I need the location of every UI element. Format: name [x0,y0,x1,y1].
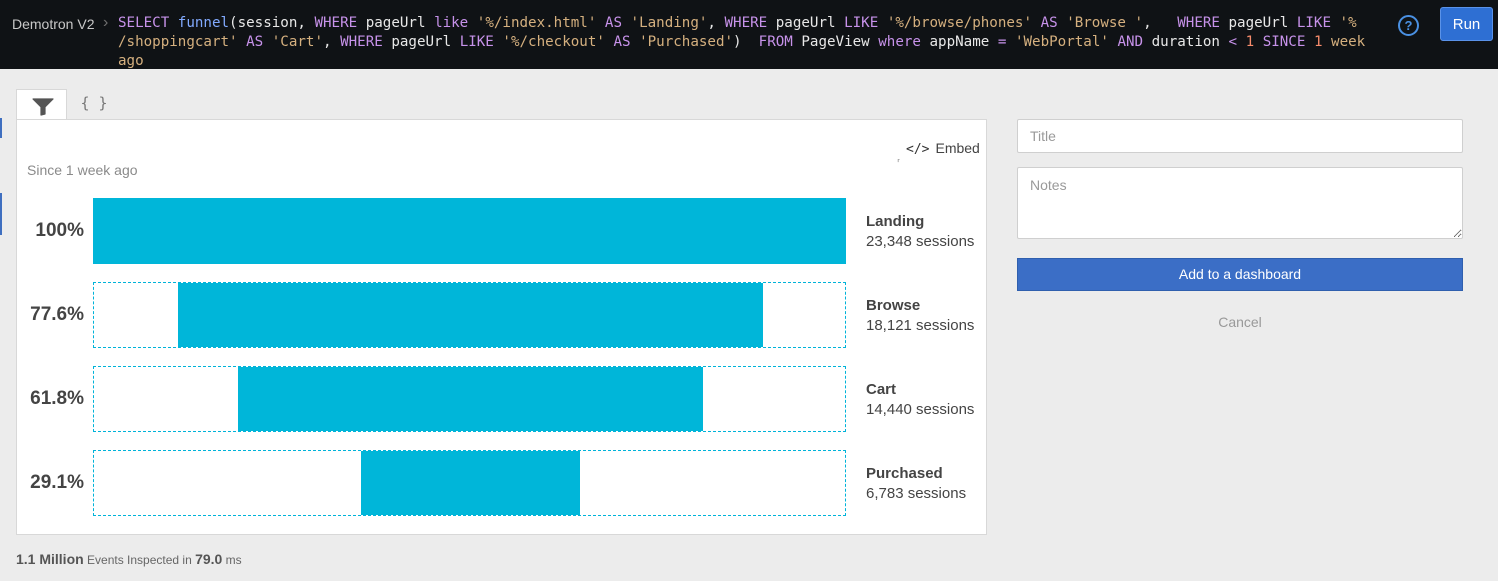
query-token: 'WebPortal' [1014,34,1118,50]
query-token: AS [1040,15,1067,31]
step-name: Cart [866,381,897,398]
query-token: WHERE [314,15,366,31]
query-token: where [878,34,930,50]
query-token: pageUrl [365,15,435,31]
resize-mark: ⸢ [897,158,901,168]
query-token: WHERE [724,15,776,31]
step-track[interactable] [93,282,846,348]
add-to-dashboard-button[interactable]: Add to a dashboard [1017,258,1463,291]
query-token: AND [1117,34,1152,50]
step-name: Browse [866,297,921,314]
query-token: AS [246,34,272,50]
query-token: duration [1151,34,1229,50]
step-percent: 29.1% [30,472,84,493]
run-button[interactable]: Run [1440,7,1493,41]
tab-funnel[interactable] [16,89,67,120]
query-bar: Demotron V2 › SELECT funnel(session, WHE… [0,0,1498,69]
query-token: SINCE [1262,34,1314,50]
query-token: LIKE [459,34,503,50]
cancel-button[interactable]: Cancel [1017,314,1463,330]
step-track[interactable] [93,366,846,432]
step-percent: 77.6% [30,304,84,325]
chart-since-label: Since 1 week ago [27,162,138,178]
step-name: Purchased [866,465,943,482]
query-token: , [1143,15,1178,31]
tab-json[interactable]: { } [70,89,118,120]
query-token: 1 [1245,34,1263,50]
query-token: '%/checkout' [502,34,614,50]
step-count: 6,783 sessions [866,485,967,502]
query-token: SELECT [118,15,178,31]
step-bar[interactable] [237,367,704,431]
help-icon[interactable]: ? [1398,15,1419,36]
events-text: Events Inspected in [83,553,196,567]
step-track[interactable] [93,450,846,516]
step-bar[interactable] [93,198,846,264]
account-name[interactable]: Demotron V2 [12,16,94,32]
notes-textarea[interactable] [1017,167,1463,239]
step-count: 14,440 sessions [866,401,975,418]
query-token: funnel [177,15,230,31]
step-count: 18,121 sessions [866,317,975,334]
step-name: Landing [866,213,925,230]
query-token: 'Landing' [630,15,708,31]
query-token: 'Browse ' [1066,15,1144,31]
query-token: like [434,15,477,31]
query-token: , [323,34,341,50]
query-token: , [707,15,725,31]
query-token: LIKE [844,15,887,31]
query-token: (session, [229,15,315,31]
step-percent: 61.8% [30,388,84,409]
embed-button[interactable]: </> Embed [906,140,980,157]
embed-label: Embed [935,140,980,156]
query-token: 'Purchased' [639,34,734,50]
query-token: WHERE [1177,15,1229,31]
chevron-right-icon: › [103,14,109,31]
funnel-icon [32,98,54,116]
step-bar[interactable] [360,451,581,515]
step-percent: 100% [35,220,84,241]
events-count: 1.1 Million [16,551,84,567]
query-token: 'Cart' [271,34,323,50]
query-token: PageView [801,34,879,50]
query-token: pageUrl [775,15,845,31]
query-token: LIKE [1296,15,1340,31]
query-token: appName [929,34,998,50]
query-token: ) [733,34,759,50]
title-input[interactable] [1017,119,1463,153]
query-time: 79.0 [195,551,223,567]
query-token: AS [604,15,631,31]
query-token: = [997,34,1015,50]
query-token: AS [613,34,640,50]
query-stats: 1.1 Million Events Inspected in 79.0 ms [16,551,242,567]
query-token: 1 [1313,34,1332,50]
query-token: < [1228,34,1246,50]
step-bar[interactable] [178,283,763,347]
query-token: WHERE [340,34,392,50]
query-token: '%/index.html' [476,15,605,31]
step-count: 23,348 sessions [866,233,975,250]
query-token: FROM [758,34,802,50]
code-icon: </> [906,142,930,157]
query-token: '%/browse/phones' [886,15,1041,31]
time-unit: ms [222,553,242,567]
edge-marker [0,118,2,138]
query-token: pageUrl [391,34,460,50]
query-token: pageUrl [1228,15,1297,31]
step-track[interactable] [93,198,846,264]
nrql-query-editor[interactable]: SELECT funnel(session, WHERE pageUrl lik… [118,14,1398,71]
